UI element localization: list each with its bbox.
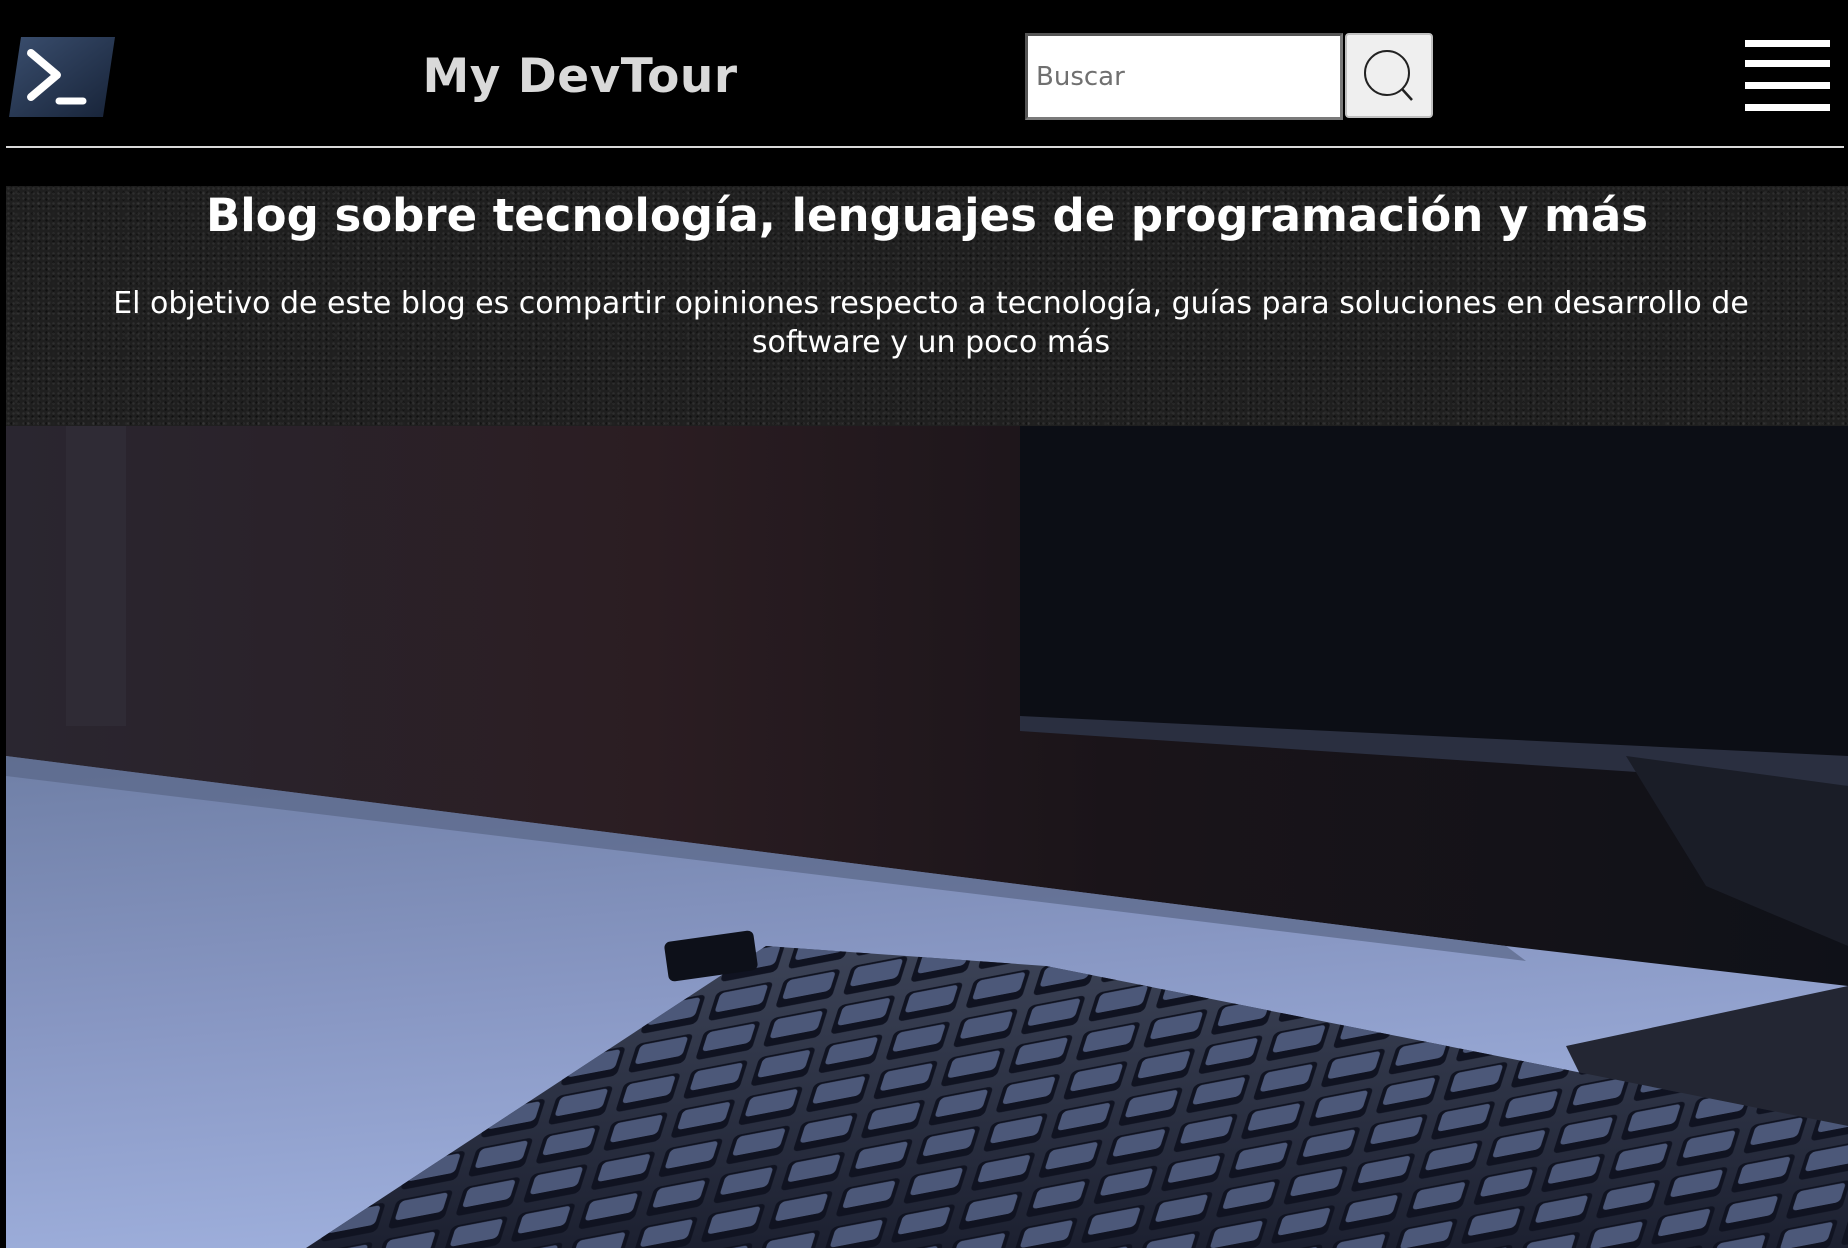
- site-header: My DevTour: [0, 0, 1848, 146]
- search-icon: [1364, 49, 1413, 101]
- hamburger-menu-button[interactable]: [1745, 38, 1830, 114]
- search-button[interactable]: [1345, 33, 1433, 118]
- featured-image: [6, 426, 1848, 1248]
- page-description: El objetivo de este blog es compartir op…: [113, 286, 1749, 360]
- header-divider: [6, 146, 1844, 148]
- hero-banner: Blog sobre tecnología, lenguajes de prog…: [6, 186, 1848, 426]
- site-title[interactable]: My DevTour: [400, 44, 760, 110]
- keyboard-photo: [6, 426, 1848, 1248]
- page-title: Blog sobre tecnología, lenguajes de prog…: [205, 189, 1649, 242]
- terminal-prompt-icon: [9, 37, 115, 117]
- site-logo[interactable]: [9, 37, 115, 117]
- search-input[interactable]: [1025, 33, 1343, 120]
